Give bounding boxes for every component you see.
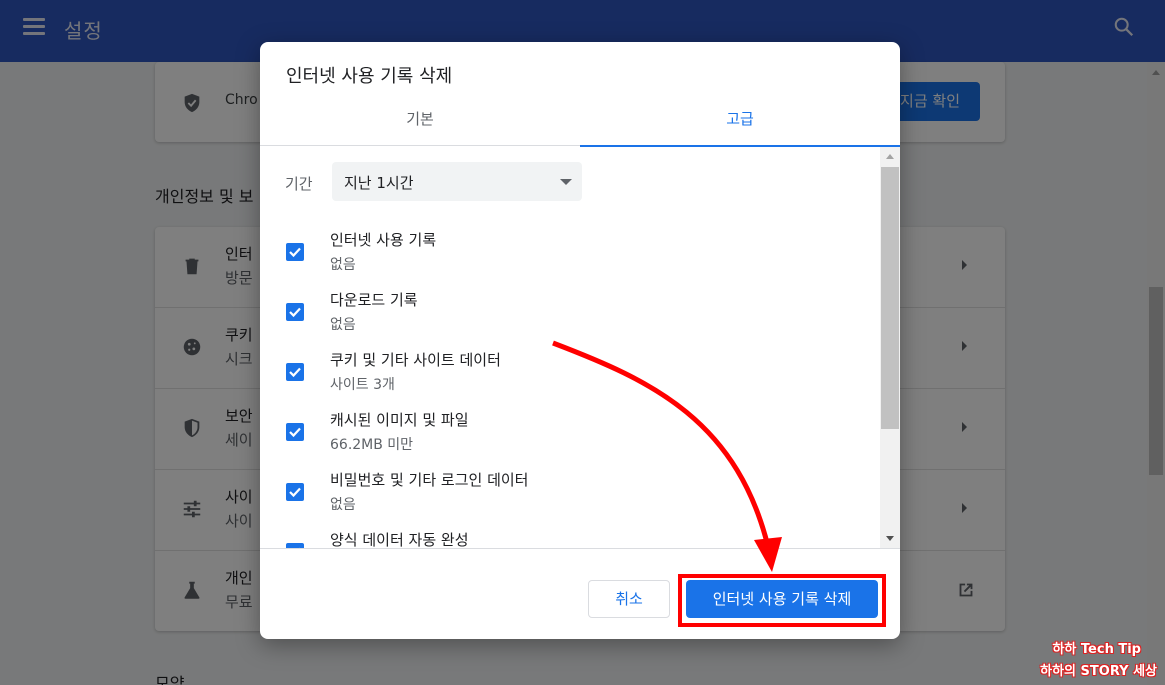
tab-advanced[interactable]: 고급	[580, 104, 900, 147]
checkbox-checked[interactable]	[286, 483, 304, 501]
option-title: 양식 데이터 자동 완성	[330, 531, 469, 549]
watermark-line1: 하하 Tech Tip	[1052, 642, 1141, 657]
checkbox-checked[interactable]	[286, 543, 304, 548]
option-browsing-history: 인터넷 사용 기록 없음	[260, 229, 880, 289]
option-cookies: 쿠키 및 기타 사이트 데이터 사이트 3개	[260, 349, 880, 409]
checkbox-checked[interactable]	[286, 423, 304, 441]
option-title: 다운로드 기록	[330, 291, 418, 309]
dialog-tabs: 기본 고급	[260, 104, 900, 147]
dialog-scrollbar[interactable]	[880, 147, 900, 548]
time-range-label: 기간	[285, 175, 313, 193]
scroll-down-arrow-icon[interactable]	[886, 536, 894, 541]
scroll-up-arrow-icon[interactable]	[886, 154, 894, 159]
clear-browsing-data-dialog: 인터넷 사용 기록 삭제 기본 고급 기간 지난 1시간 인터넷 사용 기록 없…	[260, 42, 900, 639]
option-download-history: 다운로드 기록 없음	[260, 289, 880, 349]
option-subtitle: 사이트 3개	[330, 377, 395, 393]
option-subtitle: 없음	[330, 317, 356, 333]
option-passwords: 비밀번호 및 기타 로그인 데이터 없음	[260, 469, 880, 529]
dropdown-arrow-icon	[560, 179, 572, 185]
option-title: 인터넷 사용 기록	[330, 231, 437, 249]
checkbox-checked[interactable]	[286, 243, 304, 261]
scrollbar-thumb[interactable]	[881, 167, 899, 429]
checkbox-checked[interactable]	[286, 303, 304, 321]
tab-basic[interactable]: 기본	[260, 104, 580, 146]
option-title: 쿠키 및 기타 사이트 데이터	[330, 351, 501, 369]
option-title: 캐시된 이미지 및 파일	[330, 411, 469, 429]
checkbox-checked[interactable]	[286, 363, 304, 381]
option-subtitle: 66.2MB 미만	[330, 437, 414, 453]
option-cached-images: 캐시된 이미지 및 파일 66.2MB 미만	[260, 409, 880, 469]
annotation-highlight-box	[678, 574, 886, 627]
time-range-select[interactable]: 지난 1시간	[332, 162, 582, 201]
dialog-content: 기간 지난 1시간 인터넷 사용 기록 없음 다운로드 기록 없음 쿠키 및 기…	[260, 147, 900, 549]
dialog-title: 인터넷 사용 기록 삭제	[286, 66, 453, 87]
option-subtitle: 없음	[330, 497, 356, 513]
option-autofill: 양식 데이터 자동 완성	[260, 529, 880, 549]
option-subtitle: 없음	[330, 257, 356, 273]
cancel-button[interactable]: 취소	[588, 580, 670, 618]
watermark-line2: 하하의 STORY 세상	[1040, 664, 1157, 679]
option-title: 비밀번호 및 기타 로그인 데이터	[330, 471, 529, 489]
time-range-value: 지난 1시간	[344, 174, 414, 192]
